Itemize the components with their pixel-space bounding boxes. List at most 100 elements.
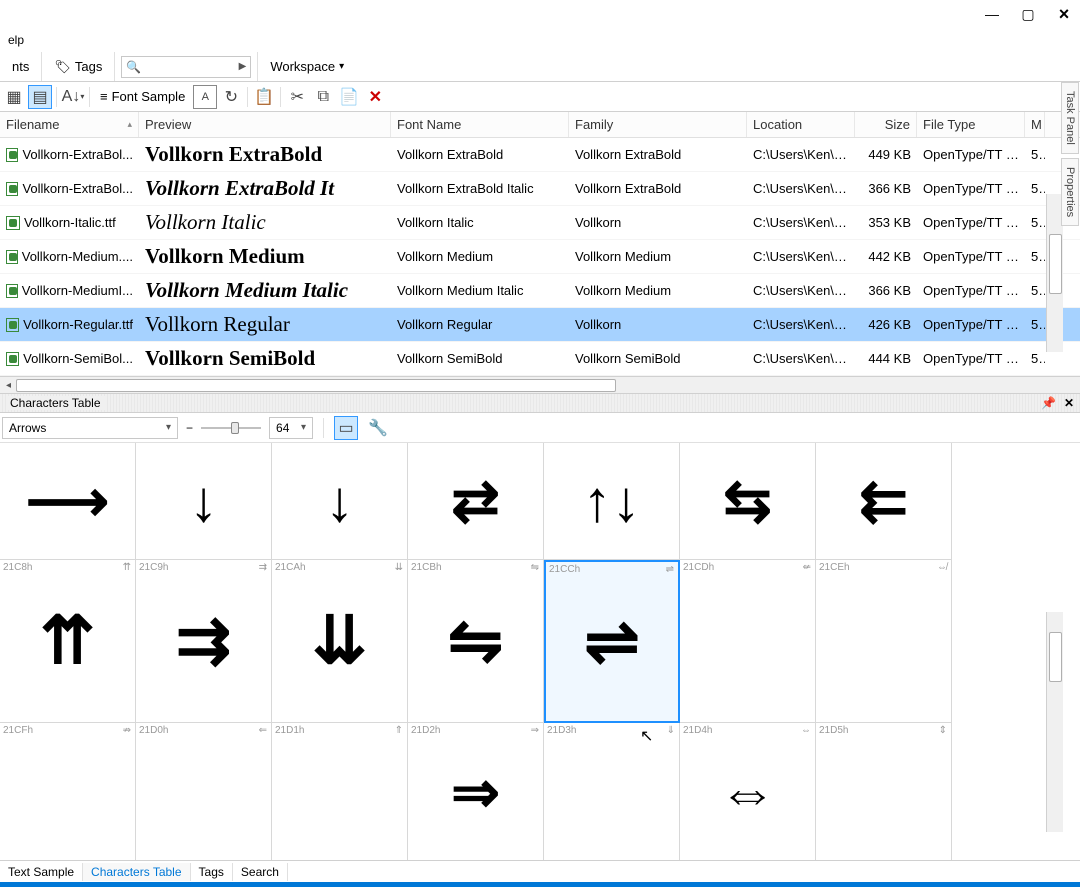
refresh-icon[interactable]: ↻ [219, 85, 243, 109]
slider-minus-icon[interactable]: − [186, 421, 193, 435]
char-cell[interactable]: 21D1h⇑ [272, 723, 408, 861]
glyph: ↓ [189, 468, 218, 535]
tags-dropdown[interactable]: 🏷 Tags [48, 57, 108, 77]
char-cell[interactable]: 21CEh⇎ [816, 560, 952, 723]
pin-icon[interactable]: 📌 [1041, 396, 1056, 410]
tab-characters-table[interactable]: Characters Table [83, 863, 191, 881]
cut-icon[interactable]: ✂ [285, 85, 309, 109]
char-cell[interactable]: 21D5h⇕ [816, 723, 952, 861]
font-file-icon [6, 250, 18, 264]
col-filename[interactable]: Filename▴ [0, 112, 139, 137]
char-mini: ⇕ [939, 725, 947, 736]
char-cell[interactable]: 21CAh⇊⇊ [272, 560, 408, 723]
char-mini: ⇓ [667, 725, 675, 736]
glyph: ⇆ [723, 467, 772, 535]
char-code: 21CEh [819, 562, 850, 573]
char-mini: ⇑ [395, 725, 403, 736]
char-cell[interactable]: 21CCh⇌⇌ [544, 560, 680, 723]
col-filetype[interactable]: File Type [917, 112, 1025, 137]
close-button[interactable]: × [1052, 2, 1076, 26]
grid-view-icon[interactable]: ▭ [334, 416, 358, 440]
copy-icon[interactable]: ⧉ [311, 85, 335, 109]
settings-icon[interactable]: 🔧 [366, 416, 390, 440]
search-icon: 🔍 [126, 60, 141, 74]
char-cell[interactable]: ⇆ [680, 443, 816, 560]
col-modified[interactable]: M [1025, 112, 1045, 137]
char-cell[interactable]: ↓ [136, 443, 272, 560]
char-grid-vscroll[interactable] [1046, 612, 1063, 832]
font-file-icon [6, 182, 18, 196]
tag-icon: 🏷 [54, 59, 71, 75]
char-cell[interactable]: ↑↓ [544, 443, 680, 560]
table-row[interactable]: Vollkorn-ExtraBol...Vollkorn ExtraBold I… [0, 172, 1080, 206]
char-cell[interactable]: 21D2h⇒⇒ [408, 723, 544, 861]
maximize-button[interactable]: ▢ [1016, 2, 1040, 26]
table-row[interactable]: Vollkorn-Italic.ttfVollkorn ItalicVollko… [0, 206, 1080, 240]
char-cell[interactable]: 21D3h⇓ [544, 723, 680, 861]
chevron-down-icon: ▾ [301, 422, 306, 433]
box-a-icon[interactable]: A [193, 85, 217, 109]
char-code: 21CAh [275, 562, 306, 573]
table-row[interactable]: Vollkorn-Medium....Vollkorn MediumVollko… [0, 240, 1080, 274]
col-family[interactable]: Family [569, 112, 747, 137]
font-sample-button[interactable]: ≡ Font Sample [94, 89, 191, 104]
char-cell[interactable]: ⇇ [816, 443, 952, 560]
col-size[interactable]: Size [855, 112, 917, 137]
character-grid[interactable]: ⟶↓↓⇄↑↓⇆⇇ 21C8h⇈⇈21C9h⇉⇉21CAh⇊⇊21CBh⇋⇋21C… [0, 443, 1080, 861]
char-cell[interactable]: ⟶ [0, 443, 136, 560]
panel-close-icon[interactable]: ✕ [1064, 396, 1074, 410]
size-slider[interactable] [201, 427, 261, 429]
glyph: ⇔ [719, 758, 777, 825]
view-list-icon[interactable]: ▦ [2, 85, 26, 109]
search-input[interactable]: 🔍 ▶ [121, 56, 251, 78]
char-cell[interactable]: 21CBh⇋⇋ [408, 560, 544, 723]
tab-tags[interactable]: Tags [191, 863, 233, 881]
table-row[interactable]: Vollkorn-Regular.ttfVollkorn RegularVoll… [0, 308, 1080, 342]
glyph: ⇄ [451, 467, 500, 535]
tab-text-sample[interactable]: Text Sample [0, 863, 83, 881]
char-code: 21C9h [139, 562, 168, 573]
char-cell[interactable]: ⇄ [408, 443, 544, 560]
clipboard-icon[interactable]: 📋 [252, 85, 276, 109]
col-location[interactable]: Location [747, 112, 855, 137]
minimize-button[interactable]: — [980, 2, 1004, 26]
search-go-icon[interactable]: ▶ [239, 61, 247, 72]
unicode-category-label: Arrows [9, 421, 46, 435]
tags-label: Tags [75, 59, 102, 74]
char-mini: ⇊ [395, 562, 403, 573]
horizontal-scrollbar[interactable]: ◂ [0, 376, 1080, 393]
char-cell[interactable]: 21D0h⇐ [136, 723, 272, 861]
sort-icon[interactable]: A↓▾ [61, 85, 85, 109]
menu-help[interactable]: elp [4, 31, 28, 49]
unicode-category-combo[interactable]: Arrows ▾ [2, 417, 178, 439]
paste-icon[interactable]: 📄 [337, 85, 361, 109]
table-row[interactable]: Vollkorn-MediumI...Vollkorn Medium Itali… [0, 274, 1080, 308]
status-bar [0, 882, 1080, 887]
char-cell[interactable]: 21D4h⇔⇔ [680, 723, 816, 861]
delete-icon[interactable]: ✕ [363, 85, 387, 109]
properties-tab[interactable]: Properties [1061, 158, 1079, 226]
char-cell[interactable]: 21CFh⇏ [0, 723, 136, 861]
font-file-icon [6, 284, 18, 298]
char-code: 21CDh [683, 562, 714, 573]
table-row[interactable]: Vollkorn-SemiBol...Vollkorn SemiBoldVoll… [0, 342, 1080, 376]
char-cell[interactable]: 21CDh⇍ [680, 560, 816, 723]
view-details-icon[interactable]: ▤ [28, 85, 52, 109]
task-panel-tab[interactable]: Task Panel [1061, 82, 1079, 154]
col-preview[interactable]: Preview [139, 112, 391, 137]
char-cell[interactable]: 21C9h⇉⇉ [136, 560, 272, 723]
table-row[interactable]: Vollkorn-ExtraBol...Vollkorn ExtraBoldVo… [0, 138, 1080, 172]
col-fontname[interactable]: Font Name [391, 112, 569, 137]
scroll-thumb[interactable] [16, 379, 616, 392]
characters-panel-title: Characters Table [6, 396, 105, 410]
chevron-down-icon: ▾ [339, 61, 344, 72]
tab-search[interactable]: Search [233, 863, 288, 881]
font-grid[interactable]: Vollkorn-ExtraBol...Vollkorn ExtraBoldVo… [0, 138, 1080, 376]
char-cell[interactable]: ↓ [272, 443, 408, 560]
char-cell[interactable]: 21C8h⇈⇈ [0, 560, 136, 723]
fonts-dropdown[interactable]: nts [6, 57, 35, 76]
size-combo[interactable]: 64 ▾ [269, 417, 313, 439]
scroll-left-icon[interactable]: ◂ [0, 377, 17, 394]
char-code: 21D4h [683, 725, 712, 736]
workspace-dropdown[interactable]: Workspace ▾ [264, 57, 350, 76]
